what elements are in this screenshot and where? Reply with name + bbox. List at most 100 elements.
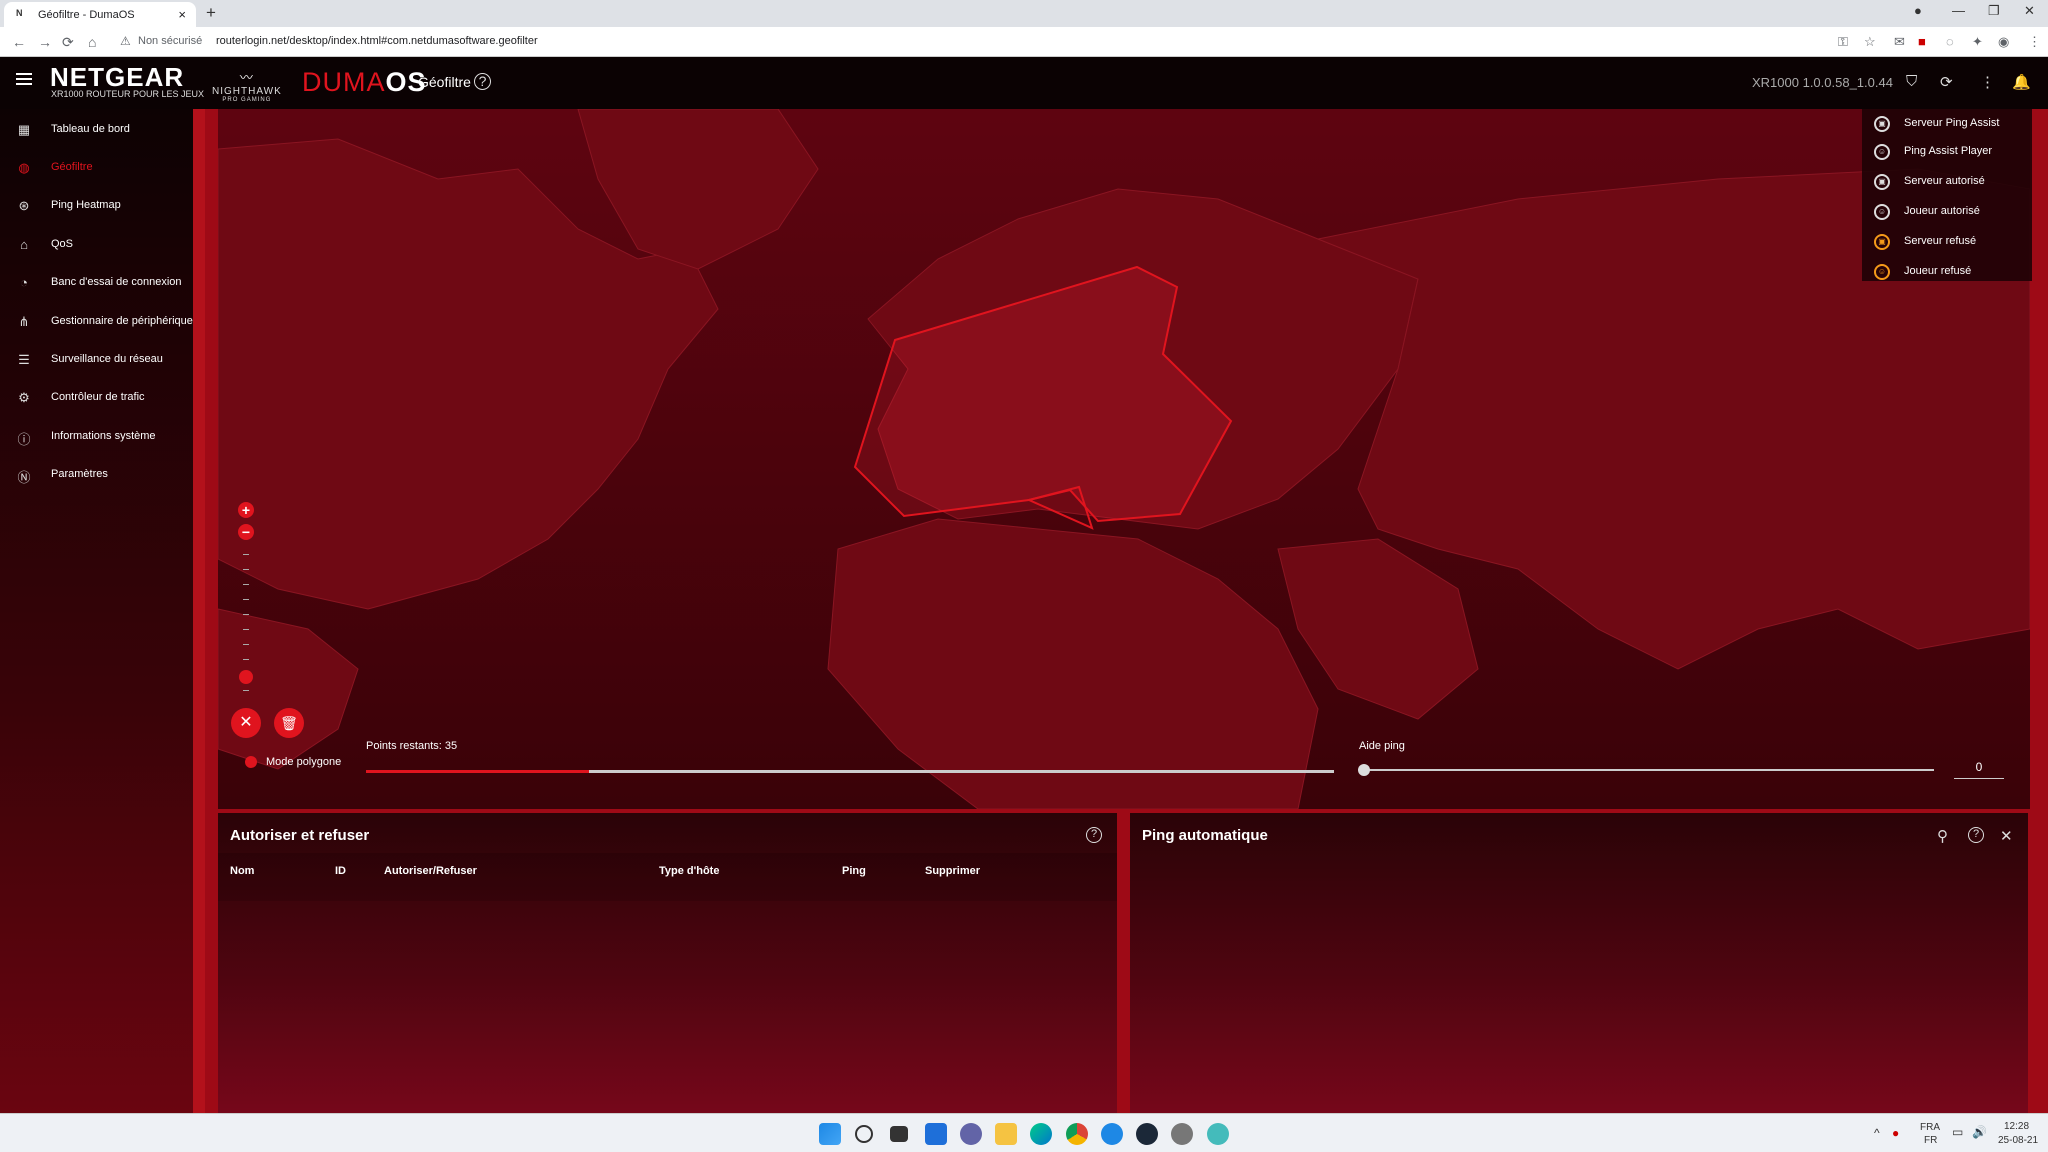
warning-icon[interactable]: ⚠ (120, 34, 131, 48)
browser-tab[interactable]: N Géofiltre - DumaOS × (4, 2, 196, 27)
sidebar-item-settings[interactable]: Ⓝ Paramètres (0, 456, 200, 494)
chrome-browser-icon[interactable] (1066, 1123, 1088, 1145)
steam-icon[interactable] (1136, 1123, 1158, 1145)
edge-browser-icon[interactable] (1030, 1123, 1052, 1145)
pin-icon[interactable]: ⚲ (1937, 827, 1948, 845)
nighthawk-logo: 〰 NIGHTHAWK PRO GAMING (212, 67, 282, 103)
tab-close-icon[interactable]: × (178, 7, 186, 22)
restore-icon[interactable]: ❐ (1988, 3, 2000, 19)
sidebar-item-label: Ping Heatmap (51, 199, 121, 211)
language-indicator[interactable]: FRA (1920, 1122, 1940, 1133)
sidebar-item-geofilter[interactable]: ◍ Géofiltre (0, 149, 200, 187)
app-globe-icon[interactable] (1207, 1123, 1229, 1145)
zoom-in-button[interactable]: + (238, 502, 254, 518)
aide-ping-slider[interactable] (1364, 769, 1934, 771)
password-key-icon[interactable]: ⚿ (1838, 34, 1848, 50)
column-header-name[interactable]: Nom (230, 865, 254, 877)
extensions-puzzle-icon[interactable]: ✦ (1972, 34, 1983, 50)
sidebar-item-connection-benchmark[interactable]: ◔ Banc d'essai de connexion (0, 264, 200, 302)
minimize-icon[interactable]: — (1952, 3, 1965, 18)
settings-gear-icon[interactable] (1171, 1123, 1193, 1145)
network-icon[interactable]: ▭ (1952, 1125, 1963, 1139)
url-field[interactable]: routerlogin.net/desktop/index.html#com.n… (216, 35, 538, 47)
network-monitor-icon: ☰ (18, 352, 30, 367)
world-map[interactable] (218, 109, 2030, 809)
nighthawk-wings-icon: 〰 (239, 70, 254, 85)
zoom-level-handle[interactable] (239, 670, 253, 684)
task-view-icon[interactable] (890, 1126, 908, 1142)
tray-overflow-icon[interactable]: ^ (1874, 1126, 1880, 1140)
sidebar-item-qos[interactable]: ⌂ QoS (0, 226, 200, 264)
tray-antivirus-icon[interactable]: ● (1892, 1126, 1899, 1140)
teams-chat-icon[interactable] (960, 1123, 982, 1145)
widgets-icon[interactable] (925, 1123, 947, 1145)
zoom-out-button[interactable]: − (238, 524, 254, 540)
page-title: Géofiltre (418, 74, 471, 90)
legend-item-ping-assist-player: ☺ Ping Assist Player (1862, 137, 2032, 167)
shield-icon[interactable]: ⛉ (1906, 73, 1917, 90)
reload-icon[interactable]: ⟳ (62, 34, 74, 51)
clock-time[interactable]: 12:28 (2004, 1121, 2029, 1132)
player-allowed-icon: ☺ (1874, 204, 1890, 220)
hamburger-menu-icon[interactable] (16, 73, 32, 85)
sidebar-item-system-info[interactable]: ⓘ Informations système (0, 418, 200, 456)
allow-deny-panel: Autoriser et refuser ? Nom ID Autoriser/… (218, 813, 1117, 1113)
close-icon[interactable]: ✕ (2000, 827, 2013, 845)
home-icon[interactable]: ⌂ (88, 34, 96, 50)
window-close-icon[interactable]: ✕ (2024, 3, 2035, 19)
help-icon[interactable]: ? (474, 73, 491, 90)
forward-icon[interactable]: → (38, 34, 52, 50)
app-blue-icon[interactable] (1101, 1123, 1123, 1145)
column-header-delete[interactable]: Supprimer (925, 865, 980, 877)
profile-record-icon[interactable]: ● (1914, 3, 1922, 18)
world-map-canvas[interactable] (218, 109, 2030, 809)
volume-icon[interactable]: 🔊 (1972, 1125, 1987, 1139)
delete-polygon-button[interactable]: 🗑 (274, 708, 304, 738)
column-header-allow-deny[interactable]: Autoriser/Refuser (384, 865, 477, 877)
sidebar-item-traffic-controller[interactable]: ⚙ Contrôleur de trafic (0, 379, 200, 417)
dashboard-icon: ▦ (17, 122, 31, 137)
bookmark-star-icon[interactable]: ☆ (1864, 34, 1876, 50)
file-explorer-icon[interactable] (995, 1123, 1017, 1145)
speedometer-icon: ◔ (20, 275, 28, 290)
nighthawk-subtitle: PRO GAMING (222, 97, 272, 103)
zoom-tick (243, 584, 249, 585)
browser-menu-icon[interactable]: ⋮ (2028, 34, 2041, 50)
cancel-polygon-button[interactable]: ✕ (231, 708, 261, 738)
table-header-row (218, 853, 1117, 901)
help-icon[interactable]: ? (1086, 827, 1102, 843)
sidebar-item-label: Gestionnaire de périphériques (51, 315, 199, 327)
search-icon[interactable] (855, 1125, 873, 1143)
security-indicator[interactable]: Non sécurisé (138, 35, 202, 47)
sidebar-item-network-monitor[interactable]: ☰ Surveillance du réseau (0, 341, 200, 379)
ping-limit-slider[interactable] (366, 770, 1334, 773)
help-icon[interactable]: ? (1968, 827, 1984, 843)
column-header-ping[interactable]: Ping (842, 865, 866, 877)
gmail-extension-icon[interactable]: ✉ (1894, 34, 1905, 50)
notifications-bell-icon[interactable]: 🔔 (2012, 73, 2031, 91)
sidebar-item-device-manager[interactable]: ⋔ Gestionnaire de périphériques (0, 303, 200, 341)
windows-start-icon[interactable] (819, 1123, 841, 1145)
extension-shield-icon[interactable]: ◌ (1946, 34, 1954, 49)
column-header-id[interactable]: ID (335, 865, 346, 877)
ping-limit-slider-fill (366, 770, 589, 773)
refresh-icon[interactable]: ⟳ (1940, 73, 1953, 91)
sidebar-item-dashboard[interactable]: ▦ Tableau de bord (0, 111, 200, 149)
back-icon[interactable]: ← (12, 34, 26, 50)
clock-date[interactable]: 25-08-21 (1998, 1135, 2038, 1146)
profile-avatar-icon[interactable]: ◉ (1998, 34, 2009, 50)
polygon-mode-label: Mode polygone (266, 756, 342, 768)
aide-ping-value-field[interactable]: 0 (1954, 760, 2004, 779)
more-options-icon[interactable]: ⋮ (1980, 73, 1995, 91)
sidebar-item-ping-heatmap[interactable]: ⊛ Ping Heatmap (0, 187, 200, 225)
firmware-version: XR1000 1.0.0.58_1.0.44 (1752, 75, 1893, 90)
zoom-tick (243, 644, 249, 645)
zoom-tick (243, 554, 249, 555)
column-header-host-type[interactable]: Type d'hôte (659, 865, 719, 877)
sidebar-item-label: QoS (51, 238, 74, 250)
extension-red-icon[interactable]: ■ (1918, 34, 1926, 49)
polygon-mode-toggle[interactable] (245, 756, 257, 768)
new-tab-button[interactable]: + (206, 3, 216, 23)
tab-title: Géofiltre - DumaOS (38, 9, 135, 21)
aide-ping-slider-handle[interactable] (1358, 764, 1370, 776)
